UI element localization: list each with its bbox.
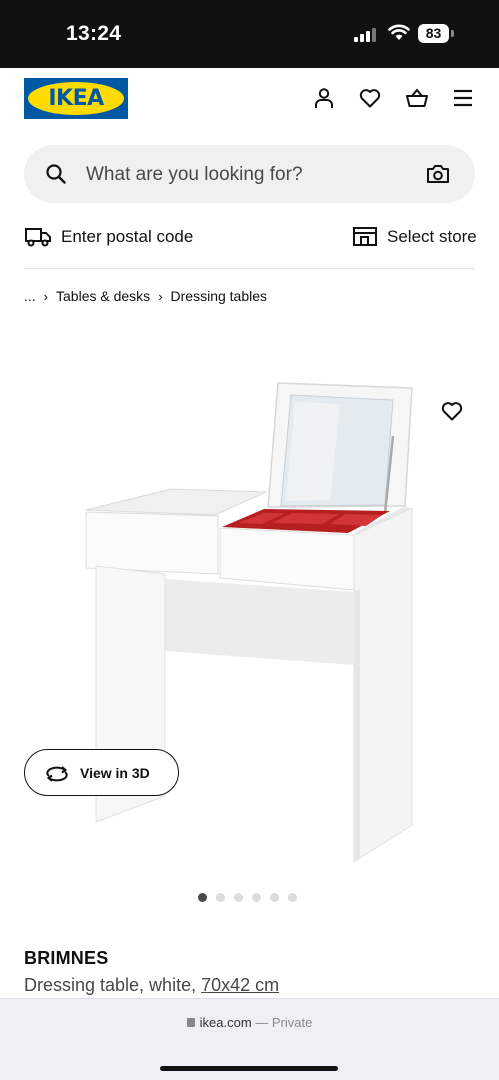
gallery-dot[interactable]: [270, 893, 279, 902]
product-size-link[interactable]: 70x42 cm: [201, 975, 279, 995]
heart-icon[interactable]: [358, 86, 382, 110]
breadcrumb-ellipsis[interactable]: ...: [24, 288, 36, 304]
product-description: Dressing table, white, 70x42 cm: [24, 975, 279, 996]
gallery-dot[interactable]: [288, 893, 297, 902]
wifi-icon: [388, 24, 410, 40]
logo-oval: IKEA: [28, 82, 124, 115]
gallery-dot[interactable]: [234, 893, 243, 902]
browser-address-bar[interactable]: ikea.com — Private: [0, 998, 499, 1080]
camera-icon[interactable]: [425, 162, 451, 186]
url-separator: —: [251, 1015, 272, 1030]
url-domain: ikea.com: [199, 1015, 252, 1030]
signal-icon: [354, 27, 376, 42]
truck-icon[interactable]: [24, 224, 52, 248]
product-image[interactable]: [0, 330, 499, 890]
lock-icon: [186, 1018, 195, 1027]
product-description-text: Dressing table, white,: [24, 975, 202, 995]
select-store-link[interactable]: Select store: [387, 227, 477, 247]
gallery-dot[interactable]: [198, 893, 207, 902]
url-row[interactable]: ikea.com — Private: [0, 1015, 499, 1030]
status-bar: 13:24 83: [0, 0, 499, 68]
view-in-3d-button[interactable]: View in 3D: [24, 749, 179, 796]
menu-icon[interactable]: [451, 86, 475, 110]
product-name: BRIMNES: [24, 948, 109, 968]
add-to-wishlist-icon[interactable]: [440, 400, 464, 422]
gallery-dot[interactable]: [216, 893, 225, 902]
profile-icon[interactable]: [312, 86, 336, 110]
rotate-3d-icon: [46, 765, 68, 782]
search-input[interactable]: What are you looking for?: [86, 164, 303, 186]
store-icon[interactable]: [352, 225, 378, 247]
ikea-logo[interactable]: IKEA: [24, 78, 128, 119]
basket-icon[interactable]: [405, 86, 429, 110]
divider: [24, 268, 475, 269]
battery-tip: [451, 30, 454, 37]
breadcrumb-dressing-tables[interactable]: Dressing tables: [171, 288, 268, 304]
private-mode-label: Private: [271, 1015, 313, 1030]
search-bar[interactable]: What are you looking for?: [24, 145, 475, 203]
view-in-3d-label: View in 3D: [80, 764, 150, 781]
breadcrumb-tables-desks[interactable]: Tables & desks: [56, 288, 150, 304]
search-icon: [46, 164, 66, 184]
chevron-right-icon: ›: [43, 288, 49, 304]
home-indicator: [160, 1066, 338, 1071]
chevron-right-icon: ›: [158, 288, 163, 304]
breadcrumb: ... › Tables & desks › Dressing tables: [24, 288, 267, 304]
postal-code-link[interactable]: Enter postal code: [61, 227, 193, 247]
battery-icon: 83: [418, 24, 449, 43]
gallery-dot[interactable]: [252, 893, 261, 902]
status-time: 13:24: [66, 22, 122, 45]
gallery-dots: [198, 893, 297, 902]
logo-text: IKEA: [48, 86, 104, 111]
